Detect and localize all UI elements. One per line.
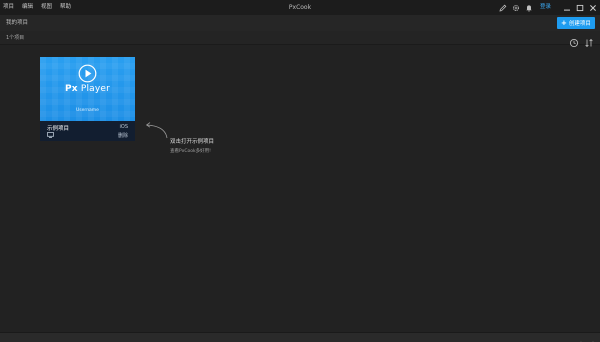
close-icon[interactable] <box>587 2 598 13</box>
thumbnail-caption: Username <box>76 108 99 113</box>
minimize-icon[interactable] <box>561 2 572 13</box>
maximize-icon[interactable] <box>574 2 585 13</box>
toolbar: 我的项目 + 创建项目 <box>0 15 600 31</box>
project-info: 示例项目 iOS 删除 <box>40 121 135 141</box>
menu-item-help[interactable]: 帮助 <box>60 0 71 15</box>
bell-icon[interactable] <box>524 3 534 13</box>
section-title: 我的项目 <box>6 20 29 26</box>
sort-icon[interactable] <box>584 33 594 48</box>
project-platform: iOS <box>119 124 129 130</box>
home-icon[interactable] <box>577 334 585 342</box>
menu-item-view[interactable]: 视图 <box>41 0 52 15</box>
project-count: 1个项目 <box>6 35 25 41</box>
create-project-button[interactable]: + 创建项目 <box>557 17 595 29</box>
curved-arrow-icon <box>145 122 168 139</box>
menu-item-project[interactable]: 项目 <box>3 0 14 15</box>
project-filter-bar: 1个项目 <box>0 31 600 48</box>
monitor-icon <box>47 132 54 138</box>
login-link[interactable]: 登录 <box>540 0 551 15</box>
hint-subtitle: 查看PxCook多好用! <box>170 149 211 154</box>
menu-bar: 项目 编辑 视图 帮助 <box>3 0 79 15</box>
thumbnail-brand-name: Player <box>80 84 111 94</box>
hint-title: 双击打开示例项目 <box>170 139 215 145</box>
project-card[interactable]: Px Player Username 示例项目 iOS 删除 <box>40 57 135 141</box>
title-bar: 项目 编辑 视图 帮助 PxCook 登录 <box>0 0 600 15</box>
create-project-label: 创建项目 <box>568 21 591 27</box>
delete-project-link[interactable]: 删除 <box>118 132 128 139</box>
titlebar-actions: 登录 <box>495 0 598 15</box>
gear-icon[interactable] <box>511 3 521 13</box>
play-icon <box>78 64 97 83</box>
pencil-icon[interactable] <box>498 3 508 13</box>
thumbnail-brand: Px Player <box>40 84 135 94</box>
plus-icon: + <box>561 19 567 27</box>
status-bar <box>0 332 600 342</box>
thumbnail-brand-px: Px <box>64 84 78 94</box>
menu-item-edit[interactable]: 编辑 <box>22 0 33 15</box>
clock-icon[interactable] <box>569 33 579 48</box>
project-thumbnail: Px Player Username <box>40 57 135 121</box>
share-icon[interactable] <box>587 334 595 342</box>
project-name: 示例项目 <box>47 126 70 132</box>
